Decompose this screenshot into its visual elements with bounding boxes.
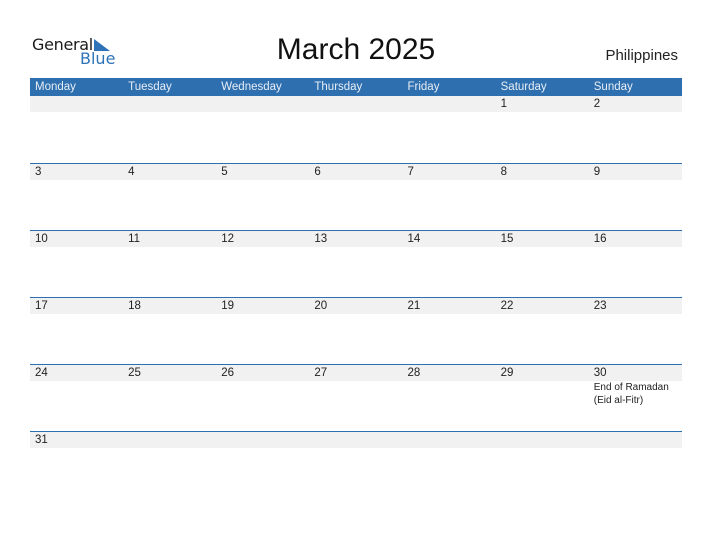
day-cell bbox=[403, 432, 496, 448]
day-number: 3 bbox=[35, 166, 42, 178]
day-cell: 14 bbox=[403, 231, 496, 247]
day-number: 12 bbox=[221, 233, 235, 245]
day-cell: 20 bbox=[309, 298, 402, 314]
day-number: 22 bbox=[500, 300, 514, 312]
day-cell: 2 bbox=[589, 96, 682, 112]
day-number: 11 bbox=[128, 233, 141, 245]
week-date-band: 10 11 12 13 14 15 16 bbox=[30, 230, 682, 247]
calendar-grid: Monday Tuesday Wednesday Thursday Friday Satu… bbox=[30, 78, 682, 498]
day-cell: 13 bbox=[309, 231, 402, 247]
day-number: 15 bbox=[500, 233, 514, 245]
day-number: 18 bbox=[128, 300, 141, 312]
day-number: 30 bbox=[593, 367, 607, 379]
day-number: 25 bbox=[128, 367, 141, 379]
day-cell: 7 bbox=[403, 164, 496, 180]
day-number: 17 bbox=[35, 300, 48, 312]
day-cell: 19 bbox=[216, 298, 309, 314]
week-date-band: 24 25 26 27 28 29 30 End of Ramadan (Eid al-Fit… bbox=[30, 364, 682, 406]
day-cell: 30 End of Ramadan (Eid al-Fitr) bbox=[589, 365, 682, 406]
day-cell: 6 bbox=[309, 164, 402, 180]
day-cell bbox=[30, 96, 123, 112]
week-row: 3 4 5 6 7 8 9 bbox=[30, 163, 682, 230]
day-cell: 8 bbox=[496, 164, 589, 180]
week-date-band: 12 bbox=[30, 96, 682, 112]
day-cell: 18 bbox=[123, 298, 216, 314]
day-cell bbox=[123, 96, 216, 112]
day-cell: 25 bbox=[123, 365, 216, 381]
day-cell bbox=[216, 432, 309, 448]
day-cell: 23 bbox=[589, 298, 682, 314]
day-cell: 16 bbox=[589, 231, 682, 247]
country-label: Philippines bbox=[605, 47, 678, 64]
day-cell: 3 bbox=[30, 164, 123, 180]
weekday-header-saturday: Saturday bbox=[500, 81, 547, 93]
day-cell bbox=[309, 432, 402, 448]
day-number: 31 bbox=[35, 434, 48, 446]
day-number: 29 bbox=[500, 367, 514, 379]
day-cell bbox=[496, 432, 589, 448]
day-cell: 4 bbox=[123, 164, 216, 180]
day-cell bbox=[123, 432, 216, 448]
week-row: 31 bbox=[30, 431, 682, 498]
day-number: 2 bbox=[593, 98, 601, 110]
day-number: 4 bbox=[128, 166, 135, 178]
week-row: 12 bbox=[30, 96, 682, 163]
day-cell: 15 bbox=[496, 231, 589, 247]
day-cell: 22 bbox=[496, 298, 589, 314]
weekday-header-wednesday: Wednesday bbox=[221, 81, 282, 93]
week-date-band: 17 18 19 20 21 22 23 bbox=[30, 297, 682, 314]
day-cell: 31 bbox=[30, 432, 123, 448]
weekday-header-thursday: Thursday bbox=[314, 81, 363, 93]
day-cell bbox=[216, 96, 309, 112]
day-cell bbox=[309, 96, 402, 112]
day-number: 8 bbox=[500, 166, 508, 178]
day-cell: 28 bbox=[403, 365, 496, 381]
day-number: 1 bbox=[500, 98, 508, 110]
day-number: 26 bbox=[221, 367, 235, 379]
day-number: 14 bbox=[407, 233, 421, 245]
weekday-header-row: Monday Tuesday Wednesday Thursday Friday Satu… bbox=[30, 78, 682, 96]
holiday-event: End of Ramadan (Eid al-Fitr) bbox=[593, 382, 669, 406]
week-row: 10 11 12 13 14 15 16 bbox=[30, 230, 682, 297]
day-cell: 29 bbox=[496, 365, 589, 381]
weekday-header-monday: Monday bbox=[35, 81, 76, 93]
weekday-header-tuesday: Tuesday bbox=[128, 81, 172, 93]
day-cell: 1 bbox=[496, 96, 589, 112]
weekday-header-friday: Friday bbox=[407, 81, 440, 93]
day-number: 23 bbox=[593, 300, 607, 312]
week-date-band: 3 4 5 6 7 8 9 bbox=[30, 163, 682, 180]
day-number: 16 bbox=[593, 233, 607, 245]
day-cell bbox=[403, 96, 496, 112]
day-number: 19 bbox=[221, 300, 235, 312]
week-row: 24 25 26 27 28 29 30 End of Ramadan (Eid al-Fit… bbox=[30, 364, 682, 431]
day-cell: 24 bbox=[30, 365, 123, 381]
day-number: 10 bbox=[35, 233, 48, 245]
day-number: 5 bbox=[221, 166, 228, 178]
weeks-container: 1 2 3 4 5 6 7 8 9 10 11 12 13 14 15 16 17 18 19 20 21 22 23 24 2… bbox=[30, 96, 682, 498]
day-number: 21 bbox=[407, 300, 421, 312]
day-number: 13 bbox=[314, 233, 328, 245]
day-cell: 12 bbox=[216, 231, 309, 247]
day-cell: 21 bbox=[403, 298, 496, 314]
day-number: 6 bbox=[314, 166, 321, 178]
day-cell: 9 bbox=[589, 164, 682, 180]
weekday-header-sunday: Sunday bbox=[593, 81, 633, 93]
day-number: 20 bbox=[314, 300, 328, 312]
week-date-band: 31 bbox=[30, 431, 682, 448]
day-cell: 27 bbox=[309, 365, 402, 381]
day-number: 7 bbox=[407, 166, 414, 178]
week-row: 17 18 19 20 21 22 23 bbox=[30, 297, 682, 364]
day-number: 28 bbox=[407, 367, 421, 379]
day-cell: 11 bbox=[123, 231, 216, 247]
day-number: 27 bbox=[314, 367, 328, 379]
day-cell bbox=[589, 432, 682, 448]
day-number: 24 bbox=[35, 367, 48, 379]
day-cell: 26 bbox=[216, 365, 309, 381]
day-cell: 5 bbox=[216, 164, 309, 180]
day-cell: 17 bbox=[30, 298, 123, 314]
day-number: 9 bbox=[593, 166, 601, 178]
day-cell: 10 bbox=[30, 231, 123, 247]
